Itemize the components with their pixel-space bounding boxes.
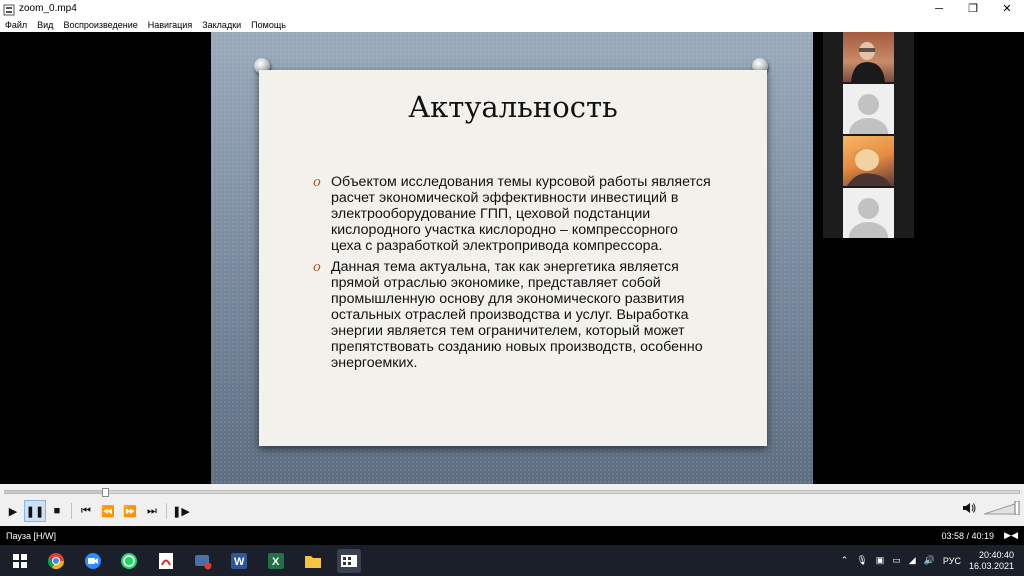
language-indicator[interactable]: РУС: [943, 556, 961, 566]
seek-bar-progress: [5, 491, 106, 493]
clock-time: 20:40:40: [978, 549, 1014, 560]
maximize-button[interactable]: ❐: [956, 0, 990, 17]
volume-control[interactable]: [962, 501, 1020, 515]
pdf-reader-icon[interactable]: [154, 549, 178, 573]
playback-time: 03:58 / 40:19: [941, 530, 994, 541]
microphone-icon[interactable]: 🎙: [856, 555, 867, 566]
zoom-icon[interactable]: [81, 549, 105, 573]
seek-bar-thumb[interactable]: [102, 488, 110, 497]
menu-help[interactable]: Помощь: [246, 20, 291, 30]
title-bar: zoom_0.mp4 ─ ❐ ✕: [0, 0, 1024, 17]
avatar-head-icon: [858, 94, 879, 115]
participant-avatar-tile: [843, 188, 894, 238]
bullet-marker: o: [313, 260, 321, 275]
app-icon: [3, 3, 15, 15]
menu-bar: Файл Вид Воспроизведение Навигация Закла…: [0, 17, 1024, 32]
battery-icon[interactable]: ▭: [892, 555, 901, 566]
play-button[interactable]: ▶: [2, 500, 24, 522]
presentation-slide: Актуальность o Объектом исследования тем…: [211, 32, 813, 484]
bullet-text: Данная тема актуальна, так как энергетик…: [331, 259, 703, 371]
seek-bar[interactable]: [4, 488, 1020, 497]
volume-slider[interactable]: [984, 501, 1020, 515]
player-controls: ▶ ❚❚ ■ ⏮ ⏪ ⏩ ⏭ ❚▶: [0, 484, 1024, 526]
pause-button[interactable]: ❚❚: [24, 500, 46, 522]
minimize-button[interactable]: ─: [922, 0, 956, 17]
menu-bookmarks[interactable]: Закладки: [197, 20, 246, 30]
close-button[interactable]: ✕: [990, 0, 1024, 17]
separator: [166, 503, 167, 519]
volume-tray-icon[interactable]: 🔊: [924, 555, 935, 566]
slide-bullet: o Данная тема актуальна, так как энергет…: [311, 259, 711, 371]
participant-avatar-tile: [843, 84, 894, 134]
word-icon[interactable]: W: [227, 549, 251, 573]
system-tray: ⌃ 🎙 ▣ ▭ ◢ 🔊 РУС 20:40:40 16.03.2021: [837, 545, 1024, 576]
slide-title: Актуальность: [408, 90, 618, 124]
stop-button[interactable]: ■: [46, 500, 68, 522]
forward-button[interactable]: ⏩: [119, 500, 141, 522]
anime-avatar-icon: [847, 148, 891, 186]
video-app-icon[interactable]: [191, 549, 215, 573]
avatar-body-icon: [849, 222, 888, 238]
excel-icon[interactable]: X: [264, 549, 288, 573]
bullet-marker: o: [313, 175, 321, 190]
slide-bullet: o Объектом исследования темы курсовой ра…: [311, 174, 711, 254]
taskbar: W X ⌃ 🎙 ▣ ▭ ◢ 🔊 РУС 20:40:40 16.03.2021: [0, 545, 1024, 576]
rewind-button[interactable]: ⏪: [97, 500, 119, 522]
tray-expand-icon[interactable]: ⌃: [841, 555, 849, 566]
avatar-head-icon: [858, 198, 879, 219]
participant-panel: [823, 32, 914, 238]
next-button[interactable]: ⏭: [141, 500, 163, 522]
clock[interactable]: 20:40:40 16.03.2021: [969, 550, 1014, 572]
avatar-body-icon: [849, 118, 888, 134]
chrome-icon[interactable]: [44, 549, 68, 573]
separator: [71, 503, 72, 519]
svg-text:X: X: [272, 556, 280, 568]
menu-file[interactable]: Файл: [0, 20, 32, 30]
window-title: zoom_0.mp4: [19, 3, 77, 14]
participant-image-tile: [843, 136, 894, 186]
slide-bullet-list: o Объектом исследования темы курсовой ра…: [311, 174, 711, 376]
video-area[interactable]: Актуальность o Объектом исследования тем…: [0, 32, 1024, 484]
previous-button[interactable]: ⏮: [75, 500, 97, 522]
whatsapp-icon[interactable]: [117, 549, 141, 573]
start-button-icon[interactable]: [8, 549, 32, 573]
person-silhouette-icon: [851, 42, 885, 82]
clock-date: 16.03.2021: [968, 560, 1014, 571]
menu-navigation[interactable]: Навигация: [143, 20, 197, 30]
speaker-icon[interactable]: [962, 502, 976, 514]
slide-paper: Актуальность o Объектом исследования тем…: [259, 70, 767, 446]
network-icon[interactable]: ◢: [909, 555, 916, 566]
stream-info-icon[interactable]: ▶◀: [1004, 530, 1018, 541]
bullet-text: Объектом исследования темы курсовой рабо…: [331, 174, 711, 254]
status-bar: Пауза [H/W] 03:58 / 40:19 ▶◀: [0, 526, 1024, 545]
playback-status: Пауза [H/W]: [6, 530, 57, 541]
menu-playback[interactable]: Воспроизведение: [58, 20, 142, 30]
file-explorer-icon[interactable]: [301, 549, 325, 573]
media-player-icon[interactable]: [337, 549, 361, 573]
participant-video-tile: [843, 32, 894, 82]
meet-now-icon[interactable]: ▣: [876, 555, 885, 566]
menu-view[interactable]: Вид: [32, 20, 58, 30]
frame-step-button[interactable]: ❚▶: [170, 500, 192, 522]
svg-text:W: W: [234, 556, 245, 568]
